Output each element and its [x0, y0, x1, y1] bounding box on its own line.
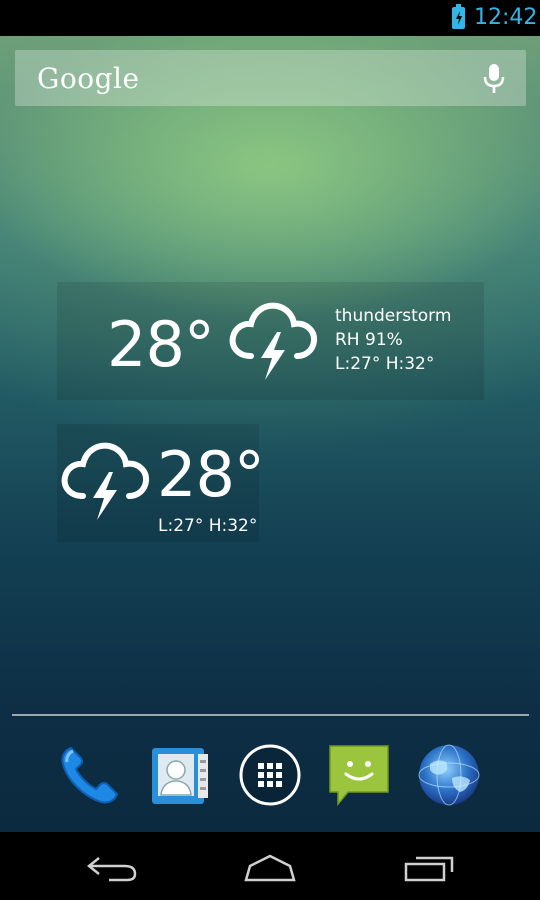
weather-widget-large[interactable]: 28° thunderstorm RH 91% L:27° H:32°: [57, 282, 484, 400]
thunderstorm-icon: [61, 442, 150, 520]
temperature-range: L:27° H:32°: [335, 354, 435, 374]
back-icon[interactable]: [83, 850, 143, 884]
browser-globe-icon[interactable]: [416, 742, 482, 808]
contacts-icon[interactable]: [148, 742, 214, 808]
humidity: RH 91%: [335, 330, 403, 350]
status-bar: 12:42: [0, 0, 540, 36]
thunderstorm-icon: [229, 302, 318, 380]
navigation-bar: [0, 832, 540, 900]
all-apps-icon[interactable]: [237, 742, 303, 808]
phone-icon[interactable]: [57, 742, 123, 808]
temperature-range: L:27° H:32°: [158, 516, 258, 536]
microphone-icon[interactable]: [482, 63, 506, 95]
weather-condition: thunderstorm: [335, 306, 452, 326]
battery-charging-icon: [452, 4, 465, 29]
google-logo: Google: [37, 62, 140, 95]
temperature: 28°: [157, 438, 265, 511]
recent-apps-icon[interactable]: [398, 850, 458, 884]
messaging-icon[interactable]: [326, 742, 392, 808]
temperature: 28°: [107, 308, 215, 381]
weather-widget-small[interactable]: 28° L:27° H:32°: [57, 424, 265, 542]
dock-divider: [12, 714, 529, 716]
home-icon[interactable]: [240, 850, 300, 884]
status-clock: 12:42: [474, 5, 538, 30]
google-search-bar[interactable]: Google: [15, 50, 526, 106]
